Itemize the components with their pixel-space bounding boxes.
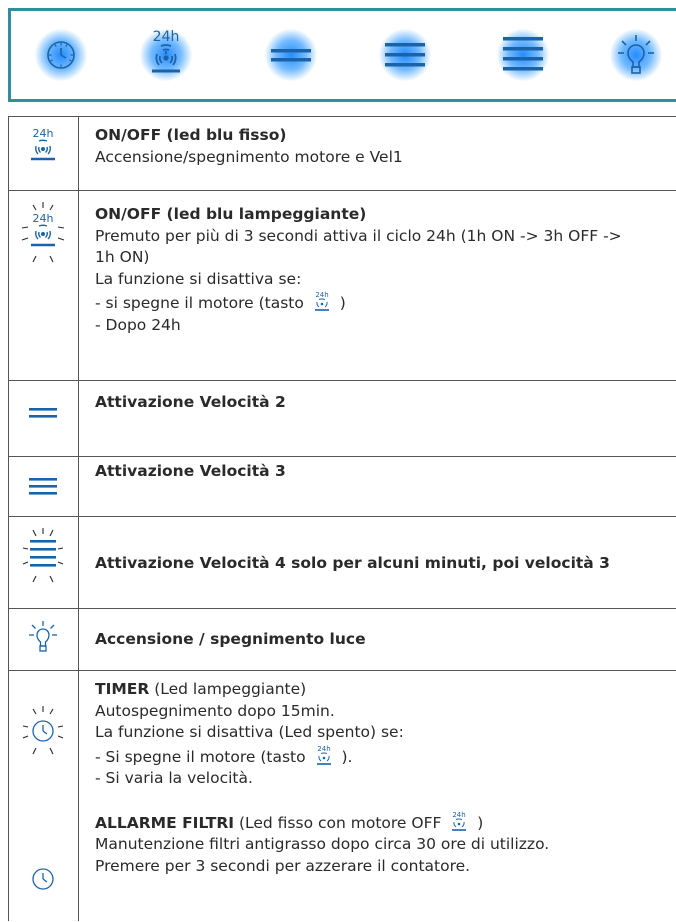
two-bars-icon xyxy=(29,408,57,418)
fan-24h-icon: 24h xyxy=(152,29,180,73)
two-bars-icon xyxy=(271,49,311,62)
fan-24h-small-icon: 24h xyxy=(316,745,331,765)
speed-4-button[interactable] xyxy=(493,25,553,85)
table-row-onoff-fixed: 24h ON/OFF (led blu fisso) Accensione/sp… xyxy=(8,116,676,191)
light-button[interactable] xyxy=(606,25,666,85)
svg-text:24h: 24h xyxy=(453,811,466,819)
timer-title: TIMER xyxy=(95,680,150,698)
row-description: Accensione/spegnimento motore e Vel1 xyxy=(95,147,403,166)
lightbulb-icon xyxy=(29,621,57,652)
control-panel: 24h xyxy=(8,8,676,102)
table-row-speed-4: Attivazione Velocità 4 solo per alcuni m… xyxy=(8,516,676,609)
lightbulb-icon xyxy=(618,35,654,74)
row-title: ON/OFF (led blu fisso) xyxy=(95,126,287,144)
fan-24h-label: 24h xyxy=(153,29,180,45)
fan-24h-blinking-icon: 24h xyxy=(21,202,65,263)
svg-text:24h: 24h xyxy=(317,745,330,753)
four-bars-icon xyxy=(503,37,543,71)
timer-note: (Led lampeggiante) xyxy=(149,680,307,698)
row-description-line: - Si varia la velocità. xyxy=(95,769,253,787)
speed-2-button[interactable] xyxy=(261,25,321,85)
three-bars-icon xyxy=(385,43,425,67)
fan-24h-button[interactable]: 24h xyxy=(136,25,196,85)
fan-24h-icon: 24h xyxy=(31,127,55,161)
table-row-onoff-blinking: 24h ON/OFF (led blu lampeggiante) Premut… xyxy=(8,190,676,381)
three-bars-icon xyxy=(29,478,57,495)
four-bars-blinking-icon xyxy=(22,528,64,583)
speed-3-button[interactable] xyxy=(375,25,435,85)
row-description-line: 1h ON) xyxy=(95,248,150,266)
row-title: Attivazione Velocità 3 xyxy=(95,462,286,480)
row-description-line: La funzione si disattiva (Led spento) se… xyxy=(95,723,404,741)
alarm-title: ALLARME FILTRI xyxy=(95,813,235,832)
clock-icon xyxy=(47,41,75,69)
table-row-speed-2: Attivazione Velocità 2 xyxy=(8,380,676,457)
fan-24h-small-icon: 24h xyxy=(452,811,467,831)
alarm-note: (Led fisso con motore OFF xyxy=(234,813,442,832)
fan-24h-small-icon: 24h xyxy=(314,291,329,311)
row-title: ON/OFF (led blu lampeggiante) xyxy=(95,205,367,223)
row-description-line: - Dopo 24h xyxy=(95,315,181,334)
row-description-line: Autospegnimento dopo 15min. xyxy=(95,701,335,720)
table-row-light: Accensione / spegnimento luce xyxy=(8,608,676,671)
table-row-speed-3: Attivazione Velocità 3 xyxy=(8,456,676,517)
timer-button[interactable] xyxy=(31,25,91,85)
clock-blinking-icon xyxy=(22,706,64,755)
row-description-line: - Si spegne il motore (tasto 24h ). xyxy=(95,744,353,766)
row-title: Attivazione Velocità 4 solo per alcuni m… xyxy=(95,554,610,572)
fan-24h-label: 24h xyxy=(33,127,54,140)
clock-icon xyxy=(32,868,54,890)
row-description-line: La funzione si disattiva se: xyxy=(95,269,302,288)
row-title: Accensione / spegnimento luce xyxy=(95,630,366,648)
row-description-line: Manutenzione filtri antigrasso dopo circ… xyxy=(95,835,550,853)
table-row-timer: TIMER (Led lampeggiante) Autospegnimento… xyxy=(8,670,676,915)
row-description-line: Premuto per più di 3 secondi attiva il c… xyxy=(95,226,622,245)
fan-24h-label: 24h xyxy=(33,212,54,225)
svg-text:24h: 24h xyxy=(315,291,328,299)
row-description-line: - si spegne il motore (tasto 24h ) xyxy=(95,291,346,312)
row-title: Attivazione Velocità 2 xyxy=(95,393,286,411)
row-description-line: Premere per 3 secondi per azzerare il co… xyxy=(95,856,471,875)
